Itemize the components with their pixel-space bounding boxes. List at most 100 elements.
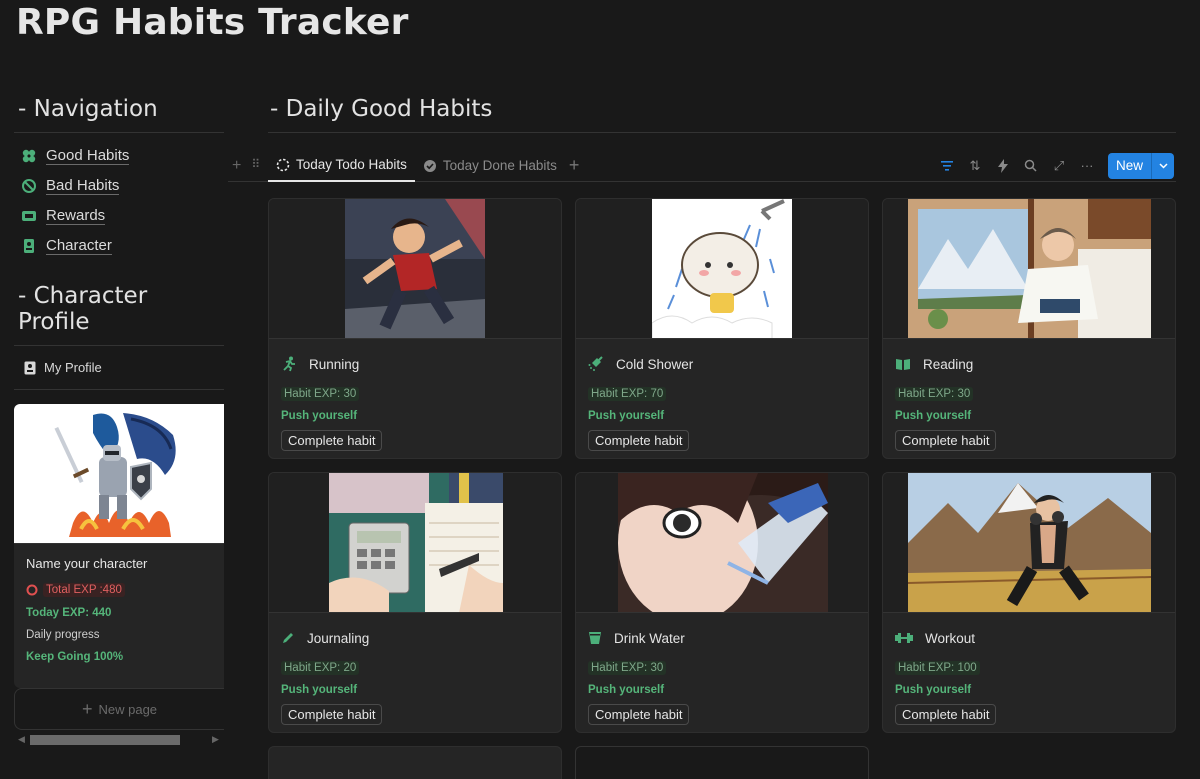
pencil-icon (281, 631, 295, 645)
habit-card-journaling[interactable]: Journaling Habit EXP: 20 Push yourself C… (268, 472, 562, 733)
complete-habit-button[interactable]: Complete habit (895, 430, 997, 451)
nav-item-good-habits[interactable]: Good Habits (14, 141, 224, 171)
new-button-label: New (1108, 152, 1152, 179)
add-tab-icon[interactable]: + (569, 155, 580, 176)
my-profile-label: My Profile (44, 360, 102, 375)
habit-push: Push yourself (895, 410, 972, 422)
character-card[interactable]: Name your character Total EXP :480 Today… (14, 404, 224, 688)
habit-push: Push yourself (281, 410, 358, 422)
habit-card-workout[interactable]: Workout Habit EXP: 100 Push yourself Com… (882, 472, 1176, 733)
total-exp: Total EXP :480 (43, 583, 125, 597)
view-tabs-bar: + ⠿ Today Todo Habits Today Done Habits … (228, 150, 1176, 182)
nav-item-label: Bad Habits (46, 177, 120, 195)
habit-card-running[interactable]: Running Habit EXP: 30 Push yourself Comp… (268, 198, 562, 459)
habit-title: Running (269, 339, 561, 377)
daily-progress-label: Daily progress (26, 629, 100, 641)
scrollbar-thumb[interactable] (30, 735, 180, 745)
horizontal-scrollbar[interactable]: ◀ ▶ (18, 734, 219, 746)
scroll-left-icon[interactable]: ◀ (18, 734, 25, 745)
navigation-list: Good Habits Bad Habits Rewards Character (14, 133, 224, 265)
cup-icon (588, 631, 602, 645)
habit-title: Workout (883, 613, 1175, 651)
scroll-right-icon[interactable]: ▶ (212, 734, 219, 745)
clover-icon (20, 147, 38, 165)
habit-exp: Habit EXP: 30 (895, 387, 974, 401)
tab-label: Today Todo Habits (296, 157, 407, 172)
habit-exp: Habit EXP: 30 (281, 387, 360, 401)
check-badge-icon (423, 159, 437, 173)
habit-title: Drink Water (576, 613, 868, 651)
filter-icon[interactable] (940, 159, 954, 173)
habit-push: Push yourself (588, 684, 665, 696)
shower-icon (588, 356, 604, 372)
habit-card-cold-shower[interactable]: Cold Shower Habit EXP: 70 Push yourself … (575, 198, 869, 459)
book-icon (895, 357, 911, 371)
chevron-down-icon[interactable] (1152, 153, 1174, 179)
habit-push: Push yourself (895, 684, 972, 696)
total-exp-row: Total EXP :480 (26, 583, 212, 597)
habit-title-text: Drink Water (614, 630, 685, 646)
habit-exp: Habit EXP: 70 (588, 387, 667, 401)
character-name: Name your character (26, 556, 148, 571)
add-view-icon[interactable]: + (232, 157, 241, 175)
habit-title-text: Journaling (307, 630, 370, 646)
habit-exp: Habit EXP: 100 (895, 661, 980, 675)
plus-icon: + (81, 698, 93, 719)
tab-label: Today Done Habits (442, 158, 557, 173)
nav-item-label: Rewards (46, 207, 106, 225)
navigation-heading: - Navigation (14, 92, 224, 133)
complete-habit-button[interactable]: Complete habit (895, 704, 997, 725)
drag-handle-icon[interactable]: ⠿ (251, 157, 260, 175)
new-habit-card-partial[interactable] (575, 746, 869, 779)
habit-push: Push yourself (281, 684, 358, 696)
left-column: - Navigation Good Habits Bad Habits Rewa… (14, 92, 224, 688)
tab-today-todo-habits[interactable]: Today Todo Habits (268, 150, 415, 182)
complete-habit-button[interactable]: Complete habit (281, 704, 383, 725)
character-profile-heading: - Character Profile (14, 279, 224, 346)
habit-image (269, 199, 561, 339)
sort-icon[interactable]: ⇅ (968, 158, 982, 173)
keep-going: Keep Going 100% (26, 651, 124, 663)
habit-card-reading[interactable]: Reading Habit EXP: 30 Push yourself Comp… (882, 198, 1176, 459)
nav-item-bad-habits[interactable]: Bad Habits (14, 171, 224, 201)
nav-item-character[interactable]: Character (14, 231, 224, 261)
more-icon[interactable]: ··· (1080, 158, 1094, 173)
habit-image (883, 199, 1175, 339)
character-image (14, 404, 224, 544)
complete-habit-button[interactable]: Complete habit (588, 430, 690, 451)
lightning-icon[interactable] (996, 158, 1010, 173)
nav-item-rewards[interactable]: Rewards (14, 201, 224, 231)
complete-habit-button[interactable]: Complete habit (588, 704, 690, 725)
tab-handle[interactable]: + ⠿ (228, 157, 268, 175)
expand-icon[interactable]: ⤢ (1052, 158, 1066, 173)
view-toolbar: ⇅ ⤢ ··· New (940, 152, 1176, 179)
my-profile-link[interactable]: My Profile (14, 346, 224, 390)
running-icon (281, 356, 297, 372)
habit-image (883, 473, 1175, 613)
habit-card-partial[interactable] (268, 746, 562, 779)
habit-title-text: Workout (925, 630, 976, 646)
ring-icon (26, 584, 38, 596)
new-page-button[interactable]: + New page (14, 688, 224, 730)
habit-title: Reading (883, 339, 1175, 377)
prohibited-icon (20, 177, 38, 195)
habit-image (576, 473, 868, 613)
habit-push: Push yourself (588, 410, 665, 422)
id-card-icon (24, 361, 36, 375)
tab-today-done-habits[interactable]: Today Done Habits (415, 150, 565, 182)
habit-card-drink-water[interactable]: Drink Water Habit EXP: 30 Push yourself … (575, 472, 869, 733)
complete-habit-button[interactable]: Complete habit (281, 430, 383, 451)
habit-image (576, 199, 868, 339)
page-title: RPG Habits Tracker (16, 2, 409, 43)
dashed-circle-icon (276, 158, 290, 172)
search-icon[interactable] (1024, 159, 1038, 173)
nav-item-label: Character (46, 237, 112, 255)
habit-image (269, 473, 561, 613)
dumbbell-icon (895, 632, 913, 644)
new-button[interactable]: New (1107, 152, 1174, 179)
habit-title: Cold Shower (576, 339, 868, 377)
nav-item-label: Good Habits (46, 147, 130, 165)
habit-title-text: Reading (923, 356, 974, 372)
habit-exp: Habit EXP: 20 (281, 661, 360, 675)
ticket-icon (20, 207, 38, 225)
